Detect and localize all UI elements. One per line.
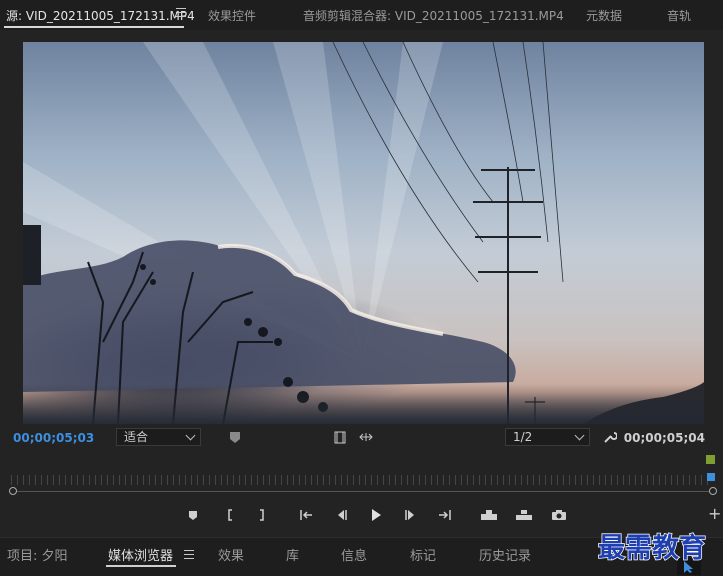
tab-media-browser[interactable]: 媒体浏览器 xyxy=(108,545,173,564)
add-marker-button[interactable] xyxy=(186,508,200,522)
playback-resolution-select[interactable]: 1/2 xyxy=(505,428,590,446)
tab-libraries[interactable]: 库 xyxy=(286,545,299,564)
active-tab-underline xyxy=(106,565,176,567)
zoom-level-select[interactable]: 适合 xyxy=(116,428,201,446)
playback-resolution-value: 1/2 xyxy=(513,430,533,444)
panel-menu-icon[interactable] xyxy=(176,8,186,18)
export-frame-camera-icon[interactable] xyxy=(551,508,567,522)
mark-in-button[interactable] xyxy=(223,508,237,522)
go-to-in-button[interactable] xyxy=(299,508,313,522)
video-frame-scene xyxy=(23,42,704,424)
playhead-marker-green[interactable] xyxy=(706,455,715,464)
playhead-marker-blue[interactable] xyxy=(707,473,715,481)
zoom-handle-left[interactable] xyxy=(9,487,17,495)
add-marker-icon[interactable] xyxy=(229,431,241,446)
zoom-scroll-track[interactable] xyxy=(14,491,710,492)
watermark-logo: 最需教育 xyxy=(597,532,707,565)
insert-button[interactable] xyxy=(480,508,498,522)
overwrite-button[interactable] xyxy=(515,508,533,522)
tab-effect-controls[interactable]: 效果控件 xyxy=(208,7,256,24)
horizon-shadow xyxy=(23,384,704,424)
wrench-icon[interactable] xyxy=(603,430,618,446)
tab-markers[interactable]: 标记 xyxy=(410,545,436,564)
tab-history[interactable]: 历史记录 xyxy=(479,545,531,564)
time-ruler[interactable] xyxy=(9,475,717,495)
zoom-handle-right[interactable] xyxy=(709,487,717,495)
chevron-down-icon xyxy=(574,430,585,441)
panel-menu-icon[interactable] xyxy=(184,550,194,560)
mark-out-button[interactable] xyxy=(255,508,269,522)
tab-metadata[interactable]: 元数据 xyxy=(586,7,622,24)
button-editor-plus-icon[interactable]: + xyxy=(708,506,721,522)
tab-effects[interactable]: 效果 xyxy=(218,545,244,564)
chevron-down-icon xyxy=(185,430,196,441)
active-tab-underline xyxy=(4,26,184,28)
tab-audio-clip-mixer[interactable]: 音频剪辑混合器: VID_20211005_172131.MP4 xyxy=(303,7,564,24)
tab-project[interactable]: 项目: 夕阳 xyxy=(7,545,68,564)
settings-film-icon[interactable] xyxy=(334,431,346,446)
current-timecode[interactable]: 00;00;05;03 xyxy=(13,431,94,445)
ruler-ticks xyxy=(11,475,711,485)
video-preview[interactable] xyxy=(23,42,704,424)
duration-timecode: 00;00;05;04 xyxy=(623,431,705,445)
insert-overwrite-icon[interactable] xyxy=(359,432,373,444)
tab-audio-track[interactable]: 音轨 xyxy=(667,7,691,24)
step-back-button[interactable] xyxy=(334,508,348,522)
step-forward-button[interactable] xyxy=(404,508,418,522)
tab-source-monitor[interactable]: 源: VID_20211005_172131.MP4 xyxy=(6,7,195,24)
go-to-out-button[interactable] xyxy=(438,508,452,522)
tab-info[interactable]: 信息 xyxy=(341,545,367,564)
zoom-level-value: 适合 xyxy=(124,430,149,444)
play-button[interactable] xyxy=(369,508,383,522)
